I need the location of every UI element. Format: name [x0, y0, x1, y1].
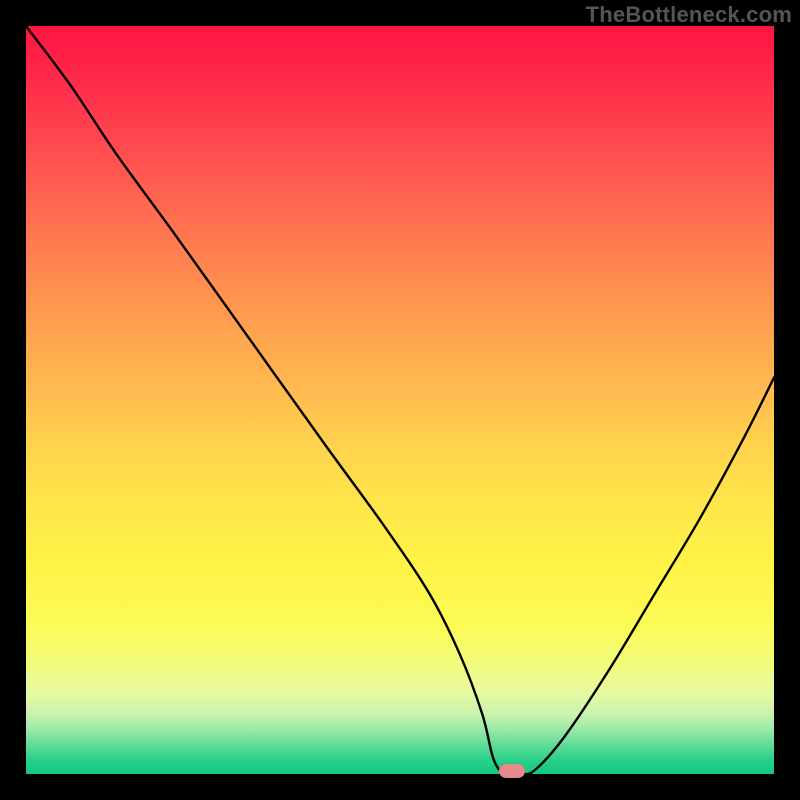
curve-path: [26, 26, 774, 774]
bottleneck-curve: [26, 26, 774, 774]
optimal-point-marker: [499, 764, 525, 778]
watermark-text: TheBottleneck.com: [586, 2, 792, 28]
plot-area: [26, 26, 774, 774]
chart-frame: TheBottleneck.com: [0, 0, 800, 800]
